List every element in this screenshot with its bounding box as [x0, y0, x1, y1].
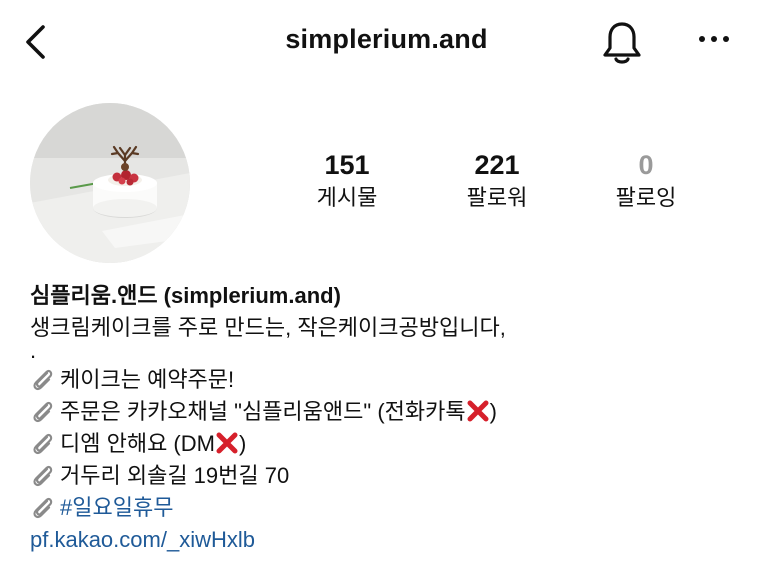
stat-followers[interactable]: 221 팔로워 — [432, 150, 562, 212]
profile-username-title: simplerium.and — [285, 24, 488, 54]
cross-mark-icon — [467, 400, 489, 422]
bio-line-text: 거두리 외솔길 19번길 70 — [60, 463, 290, 488]
bio-description: 생크림케이크를 주로 만드는, 작은케이크공방입니다, — [30, 315, 506, 340]
bio-line-text: 디엠 안해요 (DM — [60, 431, 215, 456]
posts-label: 게시물 — [316, 185, 378, 210]
paperclip-icon — [33, 369, 53, 391]
cake-photo — [30, 103, 190, 263]
bio-separator: . — [30, 338, 37, 363]
bio-line: #일요일휴무 — [30, 492, 760, 524]
following-count: 0 — [638, 150, 654, 180]
profile-bio: 심플리움.앤드 (simplerium.and) 생크림케이크를 주로 만드는,… — [30, 280, 760, 556]
top-bar: simplerium.and — [0, 0, 773, 84]
cross-mark-icon — [216, 432, 238, 454]
stat-posts[interactable]: 151 게시물 — [282, 150, 412, 212]
bio-line-text: 케이크는 예약주문! — [60, 367, 235, 392]
bio-line: 디엠 안해요 (DM) — [30, 428, 760, 460]
posts-count: 151 — [324, 150, 370, 180]
paperclip-icon — [33, 401, 53, 423]
paperclip-icon — [33, 433, 53, 455]
more-horizontal-icon[interactable] — [694, 24, 734, 54]
hashtag-link[interactable]: #일요일휴무 — [60, 495, 173, 520]
followers-label: 팔로워 — [466, 185, 528, 210]
bio-line: 주문은 카카오채널 "심플리움앤드" (전화카톡) — [30, 396, 760, 428]
paperclip-icon — [33, 465, 53, 487]
bell-icon[interactable] — [601, 20, 643, 66]
bio-line: 케이크는 예약주문! — [30, 364, 760, 396]
bio-external-link[interactable]: pf.kakao.com/_xiwHxlb — [30, 524, 760, 556]
bio-line-text: 주문은 카카오채널 "심플리움앤드" (전화카톡 — [60, 399, 466, 424]
bio-line-suffix: ) — [238, 431, 247, 456]
paperclip-icon — [33, 497, 53, 519]
profile-avatar[interactable] — [30, 103, 190, 263]
followers-count: 221 — [474, 150, 520, 180]
bio-display-name: 심플리움.앤드 (simplerium.and) — [30, 283, 341, 308]
stat-following[interactable]: 0 팔로잉 — [581, 150, 711, 212]
following-label: 팔로잉 — [615, 185, 677, 210]
bio-line: 거두리 외솔길 19번길 70 — [30, 460, 760, 492]
bio-line-suffix: ) — [489, 399, 497, 424]
